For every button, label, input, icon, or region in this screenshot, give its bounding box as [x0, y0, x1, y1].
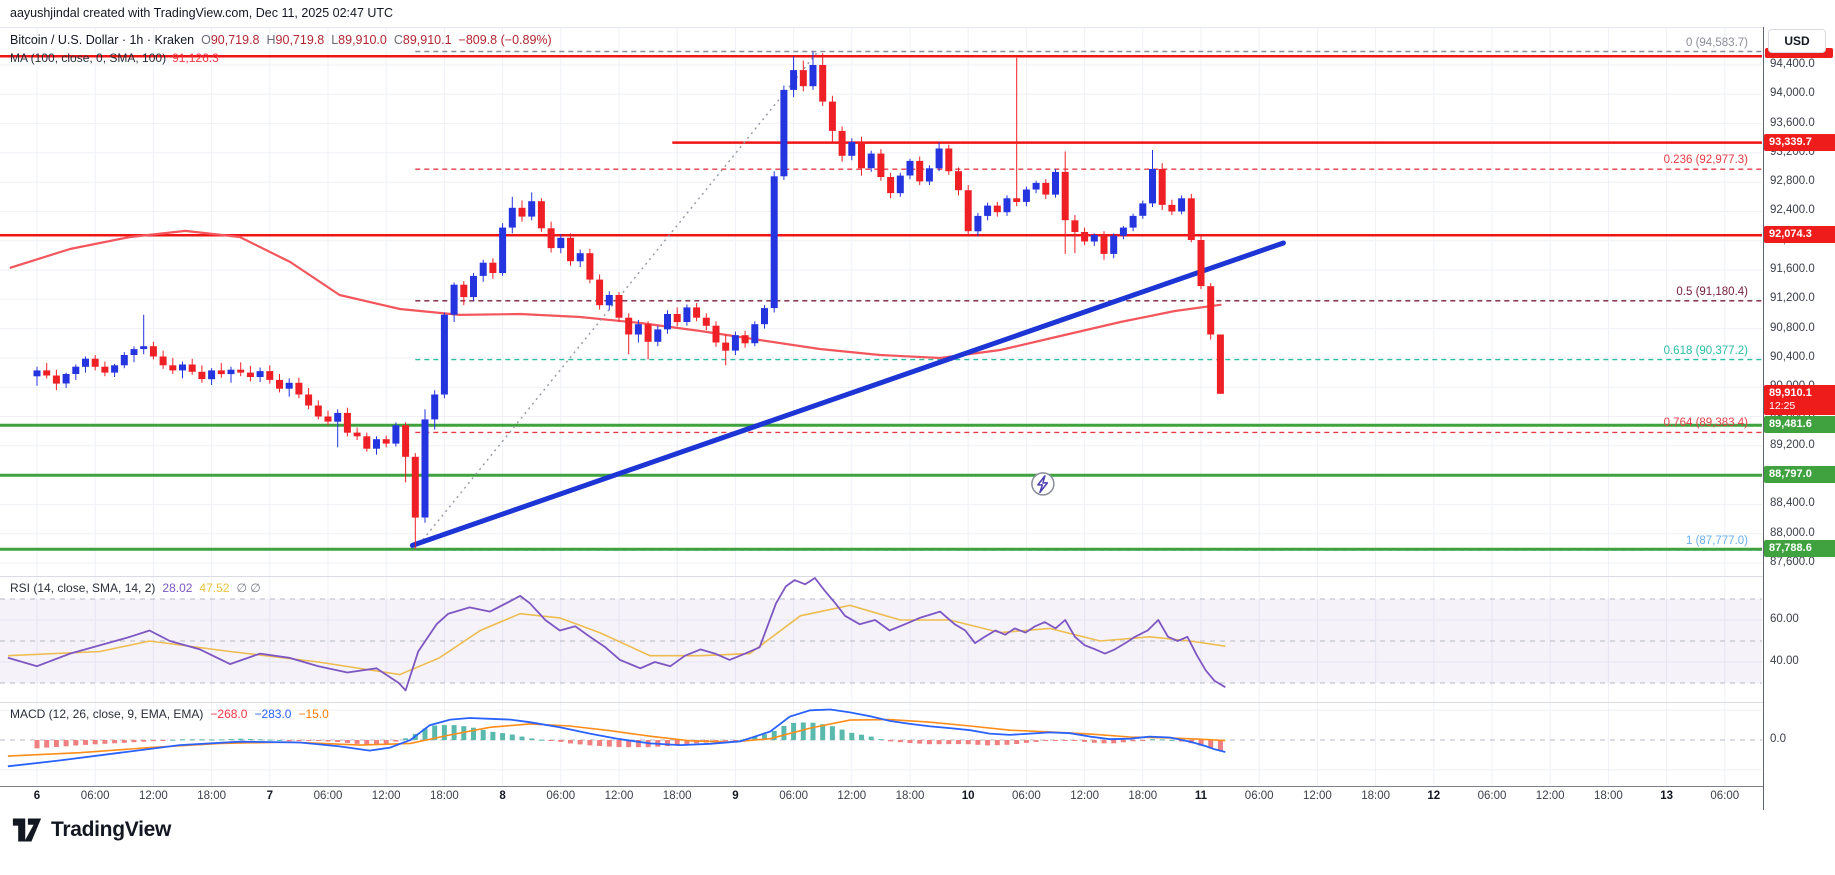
rsi-label[interactable]: RSI (14, close, SMA, 14, 2) — [10, 581, 155, 595]
price-tag: 89,481.6 — [1764, 416, 1835, 433]
price-axis-tick: 89,200.0 — [1770, 439, 1815, 451]
time-axis-label: 9 — [732, 790, 738, 802]
tradingview-logo[interactable]: TradingView — [12, 817, 171, 843]
price-axis-tick: 94,000.0 — [1770, 87, 1815, 99]
time-axis-label: 6 — [34, 790, 40, 802]
time-axis-label: 06:00 — [81, 790, 110, 802]
horizontal-levels — [0, 56, 1762, 549]
price-tag: 89,910.112:25 — [1764, 385, 1835, 415]
time-axis-label: 06:00 — [779, 790, 808, 802]
pane-separator-macd[interactable] — [0, 702, 1835, 703]
time-axis-label: 11 — [1195, 790, 1207, 802]
price-axis-tick: 92,400.0 — [1770, 204, 1815, 216]
macd-axis-tick: 0.0 — [1770, 733, 1786, 745]
ma-100-line — [10, 231, 1222, 358]
price-tag: 88,797.0 — [1764, 466, 1835, 483]
price-change: −809.8 (−0.89%) — [459, 33, 552, 47]
tradingview-logo-text: TradingView — [51, 818, 171, 842]
time-axis-label: 12:00 — [837, 790, 866, 802]
time-axis-label: 12:00 — [139, 790, 168, 802]
price-axis-tick: 90,400.0 — [1770, 351, 1815, 363]
trend-line — [412, 243, 1283, 545]
tradingview-logo-icon — [12, 817, 42, 843]
price-axis-tick: 88,000.0 — [1770, 527, 1815, 539]
macd-label[interactable]: MACD (12, 26, close, 9, EMA, EMA) — [10, 707, 203, 721]
chart-top-border — [0, 27, 1835, 28]
time-axis-label: 8 — [499, 790, 505, 802]
ma-label[interactable]: MA (100, close, 0, SMA, 100) — [10, 51, 166, 65]
rsi-axis-tick: 40.00 — [1770, 655, 1799, 667]
ohlc-values: O90,719.8H90,719.8L89,910.0C89,910.1−809… — [194, 33, 552, 47]
time-axis-label: 7 — [267, 790, 273, 802]
rsi-axis-tick: 60.00 — [1770, 613, 1799, 625]
macd-legend[interactable]: MACD (12, 26, close, 9, EMA, EMA)−268.0−… — [10, 707, 329, 721]
price-axis-tick: 90,800.0 — [1770, 322, 1815, 334]
time-axis-label: 18:00 — [197, 790, 226, 802]
time-axis-label: 06:00 — [1012, 790, 1041, 802]
rsi-empty-values: ∅ ∅ — [236, 581, 260, 595]
time-axis-label: 12:00 — [605, 790, 634, 802]
symbol-title[interactable]: Bitcoin / U.S. Dollar · 1h · Kraken — [10, 33, 194, 47]
time-axis-label: 18:00 — [1361, 790, 1390, 802]
time-axis-label: 12:00 — [1303, 790, 1332, 802]
pane-separator-rsi[interactable] — [0, 576, 1835, 577]
fib-level-label: 1 (87,777.0) — [1686, 535, 1748, 547]
price-axis-tick: 94,400.0 — [1770, 58, 1815, 70]
time-axis-label: 18:00 — [896, 790, 925, 802]
fib-level-label: 0 (94,583.7) — [1686, 37, 1748, 49]
chart-canvas[interactable] — [0, 0, 1835, 812]
time-axis-border — [0, 786, 1835, 787]
fib-level-label: 0.236 (92,977.3) — [1664, 154, 1748, 166]
price-tag: 87,788.6 — [1764, 540, 1835, 557]
fib-level-label: 0.5 (91,180.4) — [1676, 286, 1748, 298]
tradingview-chart-window: aayushjindal created with TradingView.co… — [0, 0, 1835, 875]
time-axis-label: 13 — [1660, 790, 1673, 802]
price-axis-tick: 91,600.0 — [1770, 263, 1815, 275]
time-axis-label: 18:00 — [430, 790, 459, 802]
ma-value: 91,126.3 — [172, 51, 219, 65]
time-axis-label: 06:00 — [314, 790, 343, 802]
rsi-band — [0, 599, 1762, 683]
time-axis-label: 12:00 — [372, 790, 401, 802]
price-axis-tick: 92,800.0 — [1770, 175, 1815, 187]
time-axis-label: 12 — [1427, 790, 1440, 802]
time-axis-label: 06:00 — [1478, 790, 1507, 802]
symbol-legend[interactable]: Bitcoin / U.S. Dollar · 1h · KrakenO90,7… — [10, 33, 552, 47]
fib-level-label: 0.764 (89,383.4) — [1664, 417, 1748, 429]
time-axis-label: 12:00 — [1536, 790, 1565, 802]
price-axis-tick: 93,600.0 — [1770, 117, 1815, 129]
lightning-marker — [1032, 473, 1054, 495]
time-axis-label: 06:00 — [546, 790, 575, 802]
time-axis-label: 10 — [962, 790, 975, 802]
time-axis-label: 12:00 — [1070, 790, 1099, 802]
time-axis-label: 06:00 — [1710, 790, 1739, 802]
rsi-legend[interactable]: RSI (14, close, SMA, 14, 2)28.0247.52∅ ∅ — [10, 581, 261, 595]
price-axis-tick: 87,600.0 — [1770, 556, 1815, 568]
time-axis-label: 18:00 — [1128, 790, 1157, 802]
fib-level-label: 0.618 (90,377.2) — [1664, 345, 1748, 357]
time-axis-label: 06:00 — [1245, 790, 1274, 802]
price-tag: 93,339.7 — [1764, 134, 1835, 151]
time-axis-label: 18:00 — [1594, 790, 1623, 802]
ma-legend[interactable]: MA (100, close, 0, SMA, 100) 91,126.3 — [10, 51, 219, 65]
currency-toggle-button[interactable]: USD — [1768, 29, 1826, 53]
time-axis-label: 18:00 — [663, 790, 692, 802]
price-tag: 92,074.3 — [1764, 226, 1835, 243]
price-axis-tick: 91,200.0 — [1770, 292, 1815, 304]
price-axis-tick: 88,400.0 — [1770, 497, 1815, 509]
macd-histogram — [35, 723, 1223, 751]
